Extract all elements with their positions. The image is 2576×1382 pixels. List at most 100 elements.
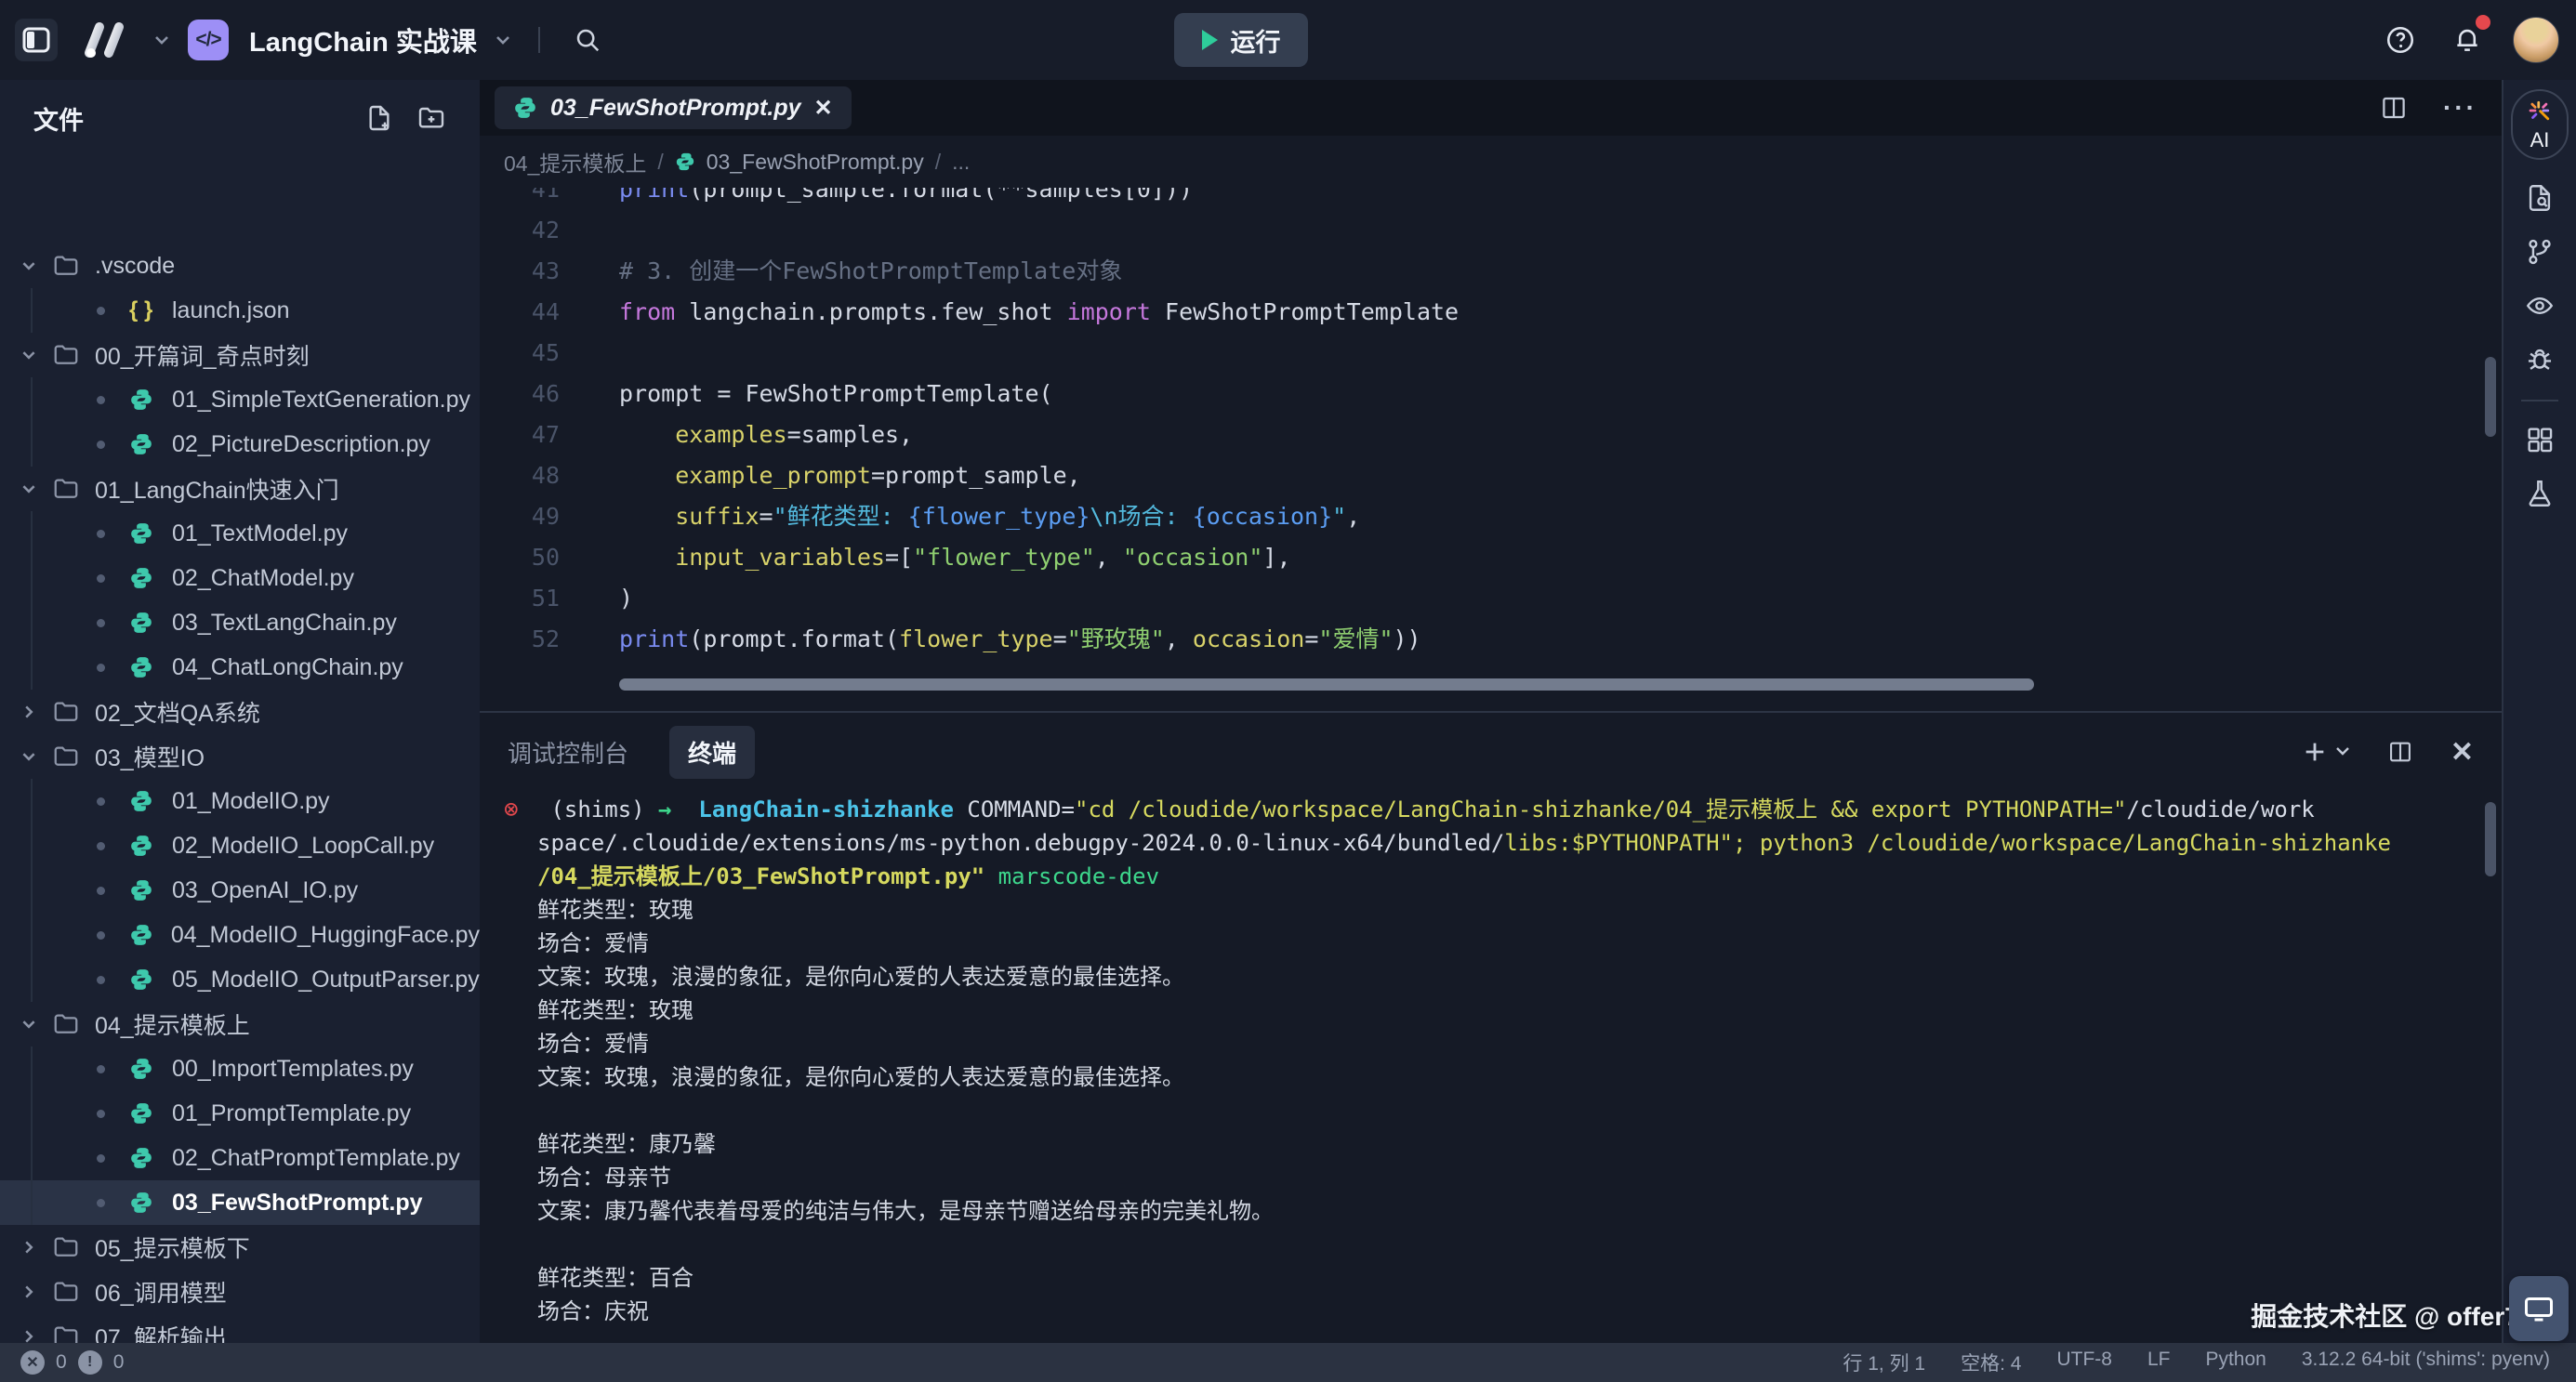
- tree-file-01_PromptTemplate.py[interactable]: 01_PromptTemplate.py: [0, 1091, 480, 1136]
- breadcrumb-more[interactable]: ...: [952, 150, 970, 175]
- tree-folder-06_调用模型[interactable]: 06_调用模型: [0, 1270, 480, 1314]
- errors-icon[interactable]: ✕: [20, 1350, 45, 1375]
- tree-folder-05_提示模板下[interactable]: 05_提示模板下: [0, 1225, 480, 1270]
- source-control-branch-icon[interactable]: [2524, 236, 2556, 268]
- notifications-button[interactable]: [2446, 19, 2489, 61]
- chevron-down-icon: [20, 748, 52, 765]
- horizontal-scrollbar[interactable]: [619, 678, 2034, 691]
- line-number: 48: [480, 455, 591, 496]
- lab-flask-icon[interactable]: [2524, 478, 2556, 509]
- new-file-button[interactable]: [364, 103, 394, 133]
- tree-file-00_ImportTemplates.py[interactable]: 00_ImportTemplates.py: [0, 1046, 480, 1091]
- tree-file-03_FewShotPrompt.py[interactable]: 03_FewShotPrompt.py: [0, 1180, 480, 1225]
- project-chevron-icon[interactable]: [494, 33, 512, 46]
- tree-item-label: 04_ModelIO_HuggingFace.py: [171, 922, 480, 949]
- debug-bug-icon[interactable]: [2524, 344, 2556, 375]
- ai-assistant-button[interactable]: AI: [2511, 89, 2569, 160]
- close-panel-icon[interactable]: ✕: [2451, 736, 2474, 769]
- toggle-sidebar-button[interactable]: [15, 19, 58, 61]
- errors-count[interactable]: 0: [56, 1351, 67, 1374]
- status-item[interactable]: LF: [2147, 1349, 2171, 1376]
- editor-scrollbar[interactable]: [2485, 357, 2496, 437]
- code-line-41[interactable]: 41print(prompt_sample.format(**samples[0…: [480, 188, 2502, 210]
- tree-folder-04_提示模板上[interactable]: 04_提示模板上: [0, 1002, 480, 1046]
- tree-file-02_ChatModel.py[interactable]: 02_ChatModel.py: [0, 556, 480, 600]
- avatar[interactable]: [2513, 17, 2559, 63]
- tree-item-label: 02_ModelIO_LoopCall.py: [172, 833, 434, 860]
- code-text: from langchain.prompts.few_shot import F…: [591, 292, 1459, 333]
- file-explorer: 文件 .vscode{ }launch.json00_开篇词_奇点时刻01_Si…: [0, 80, 480, 1343]
- status-item[interactable]: 行 1, 列 1: [1843, 1349, 1925, 1376]
- breadcrumb-folder[interactable]: 04_提示模板上: [504, 146, 646, 178]
- tree-file-05_ModelIO_OutputParser.py[interactable]: 05_ModelIO_OutputParser.py: [0, 957, 480, 1002]
- tree-item-label: 01_TextModel.py: [172, 520, 348, 547]
- tree-file-02_ChatPromptTemplate.py[interactable]: 02_ChatPromptTemplate.py: [0, 1136, 480, 1180]
- search-button[interactable]: [566, 19, 609, 61]
- tree-folder-.vscode[interactable]: .vscode: [0, 243, 480, 288]
- breadcrumb-file[interactable]: 03_FewShotPrompt.py: [707, 150, 924, 175]
- tree-file-03_OpenAI_IO.py[interactable]: 03_OpenAI_IO.py: [0, 868, 480, 913]
- warnings-count[interactable]: 0: [113, 1351, 125, 1374]
- extensions-grid-icon[interactable]: [2524, 424, 2556, 455]
- help-button[interactable]: [2379, 19, 2422, 61]
- remote-display-button[interactable]: [2509, 1276, 2569, 1341]
- tree-file-01_TextModel.py[interactable]: 01_TextModel.py: [0, 511, 480, 556]
- code-line-51[interactable]: 51): [480, 578, 2502, 619]
- file-dot-icon: [97, 619, 105, 627]
- new-terminal-button[interactable]: [2302, 739, 2350, 765]
- file-dot-icon: [97, 797, 105, 806]
- code-text: examples=samples,: [591, 415, 913, 455]
- more-actions-icon[interactable]: ···: [2443, 93, 2477, 123]
- code-line-44[interactable]: 44from langchain.prompts.few_shot import…: [480, 292, 2502, 333]
- tree-file-04_ChatLongChain.py[interactable]: 04_ChatLongChain.py: [0, 645, 480, 690]
- tree-folder-01_LangChain快速入门[interactable]: 01_LangChain快速入门: [0, 467, 480, 511]
- terminal-scrollbar[interactable]: [2485, 802, 2496, 876]
- status-item[interactable]: Python: [2205, 1349, 2266, 1376]
- tree-file-launch.json[interactable]: { }launch.json: [0, 288, 480, 333]
- tree-file-02_PictureDescription.py[interactable]: 02_PictureDescription.py: [0, 422, 480, 467]
- warnings-icon[interactable]: !: [78, 1350, 102, 1375]
- tree-file-02_ModelIO_LoopCall.py[interactable]: 02_ModelIO_LoopCall.py: [0, 823, 480, 868]
- tree-file-01_SimpleTextGeneration.py[interactable]: 01_SimpleTextGeneration.py: [0, 377, 480, 422]
- code-line-43[interactable]: 43# 3. 创建一个FewShotPromptTemplate对象: [480, 251, 2502, 292]
- project-title[interactable]: LangChain 实战课: [249, 20, 477, 59]
- tab-terminal[interactable]: 终端: [669, 726, 755, 779]
- code-line-46[interactable]: 46prompt = FewShotPromptTemplate(: [480, 374, 2502, 415]
- code-line-48[interactable]: 48 example_prompt=prompt_sample,: [480, 455, 2502, 496]
- tree-file-03_TextLangChain.py[interactable]: 03_TextLangChain.py: [0, 600, 480, 645]
- python-file-icon: [129, 967, 161, 992]
- status-item[interactable]: 3.12.2 64-bit ('shims': pyenv): [2302, 1349, 2550, 1376]
- split-editor-icon[interactable]: [2380, 94, 2408, 122]
- tab-03-fewshotprompt[interactable]: 03_FewShotPrompt.py ✕: [495, 86, 852, 129]
- tree-folder-07_解析输出[interactable]: 07_解析输出: [0, 1314, 480, 1343]
- tree-item-label: 03_FewShotPrompt.py: [172, 1190, 423, 1217]
- split-terminal-icon[interactable]: [2387, 739, 2413, 765]
- explorer-title: 文件: [33, 100, 364, 137]
- code-line-49[interactable]: 49 suffix="鲜花类型: {flower_type}\n场合: {occ…: [480, 496, 2502, 537]
- preview-eye-icon[interactable]: [2523, 290, 2556, 322]
- watermark: 掘金技术社区 @ offer718: [2251, 1296, 2548, 1334]
- tree-file-01_ModelIO.py[interactable]: 01_ModelIO.py: [0, 779, 480, 823]
- tree-folder-03_模型IO[interactable]: 03_模型IO: [0, 734, 480, 779]
- code-line-50[interactable]: 50 input_variables=["flower_type", "occa…: [480, 537, 2502, 578]
- code-line-52[interactable]: 52print(prompt.format(flower_type="野玫瑰",…: [480, 619, 2502, 660]
- tab-close-icon[interactable]: ✕: [814, 95, 833, 122]
- tree-folder-02_文档QA系统[interactable]: 02_文档QA系统: [0, 690, 480, 734]
- code-line-47[interactable]: 47 examples=samples,: [480, 415, 2502, 455]
- marscode-logo-icon[interactable]: [74, 18, 136, 62]
- tab-debug-console[interactable]: 调试控制台: [508, 735, 628, 770]
- workspace-chevron-icon[interactable]: [152, 33, 171, 46]
- chevron-down-icon: [20, 257, 52, 274]
- file-search-icon[interactable]: [2524, 182, 2556, 214]
- code-line-42[interactable]: 42: [480, 210, 2502, 251]
- terminal-line: [504, 1094, 2502, 1127]
- terminal-output[interactable]: ⊗ (shims) → LangChain-shizhanke COMMAND=…: [480, 793, 2502, 1343]
- code-editor[interactable]: 41print(prompt_sample.format(**samples[0…: [480, 188, 2502, 710]
- new-folder-button[interactable]: [416, 103, 446, 133]
- tree-folder-00_开篇词_奇点时刻[interactable]: 00_开篇词_奇点时刻: [0, 333, 480, 377]
- tree-file-04_ModelIO_HuggingFace.py[interactable]: 04_ModelIO_HuggingFace.py: [0, 913, 480, 957]
- status-item[interactable]: 空格: 4: [1961, 1349, 2021, 1376]
- status-item[interactable]: UTF-8: [2056, 1349, 2112, 1376]
- run-button[interactable]: 运行: [1174, 13, 1308, 67]
- code-line-45[interactable]: 45: [480, 333, 2502, 374]
